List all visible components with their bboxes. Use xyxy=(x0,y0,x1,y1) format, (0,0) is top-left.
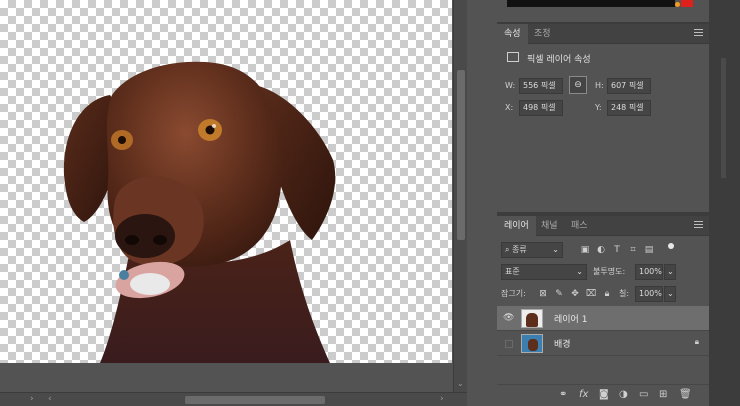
opacity-label: 불투명도: xyxy=(593,267,626,276)
horizontal-scroll-thumb[interactable] xyxy=(185,396,325,404)
w-label: W: xyxy=(505,81,516,90)
search-icon: ⌕ xyxy=(505,245,510,254)
blend-mode-value: 표준 xyxy=(505,267,520,276)
trash-icon[interactable]: 🗑︎ xyxy=(679,389,692,400)
mask-icon[interactable]: ◙ xyxy=(599,389,609,400)
y-field[interactable]: 248 픽셀 xyxy=(607,100,651,116)
layer-name: 레이어 1 xyxy=(554,315,588,325)
link-icon[interactable]: ⊖ xyxy=(569,76,587,94)
folder-icon[interactable]: ▭ xyxy=(639,389,648,400)
blend-mode-select[interactable]: 표준 ⌄ xyxy=(501,264,587,280)
lock-position-icon[interactable]: ✥ xyxy=(569,288,581,300)
scroll-left-icon[interactable]: ‹ xyxy=(48,394,52,404)
panel-dock-column xyxy=(709,0,740,406)
panel-gutter xyxy=(467,0,497,406)
warning-icon xyxy=(675,2,680,7)
filter-smart-object-icon[interactable]: ▤ xyxy=(643,244,655,256)
lock-artboard-icon[interactable]: ⌧ xyxy=(585,288,597,300)
properties-tabbar: 속성 조정 xyxy=(497,24,709,44)
vertical-scrollbar[interactable]: ⌄ xyxy=(453,0,467,392)
fill-field[interactable]: 100% xyxy=(635,286,663,302)
canvas-area[interactable] xyxy=(0,0,453,392)
layer-thumbnail xyxy=(521,334,543,353)
properties-panel: 속성 조정 픽셀 레이어 속성 W: 556 픽셀 ⊖ H: 607 픽셀 X:… xyxy=(497,24,709,212)
right-panels: 속성 조정 픽셀 레이어 속성 W: 556 픽셀 ⊖ H: 607 픽셀 X:… xyxy=(497,0,740,406)
tab-channels[interactable]: 채널 xyxy=(534,216,565,236)
chevron-down-icon: ⌄ xyxy=(576,267,583,276)
opacity-field[interactable]: 100% xyxy=(635,264,663,280)
layer-thumbnail xyxy=(521,309,543,328)
foreground-swatch[interactable] xyxy=(681,0,693,7)
layers-footer: ⚭ fx ◙ ◑ ▭ ⊞ 🗑︎ xyxy=(497,384,709,406)
section-title: 픽셀 레이어 속성 xyxy=(527,55,591,65)
color-gradient-bar[interactable] xyxy=(507,0,675,7)
document-canvas[interactable] xyxy=(0,0,452,363)
y-label: Y: xyxy=(595,103,602,112)
x-label: X: xyxy=(505,103,514,112)
pixel-layer-icon xyxy=(507,52,519,62)
tab-layers[interactable]: 레이어 xyxy=(497,216,536,236)
layer-row-background[interactable]: 배경 🔒︎ xyxy=(497,331,709,356)
link-layers-icon[interactable]: ⚭ xyxy=(559,389,567,400)
tab-adjustments[interactable]: 조정 xyxy=(527,24,558,44)
eye-icon[interactable]: 👁︎ xyxy=(503,313,514,323)
lock-brush-icon[interactable]: ✎ xyxy=(553,288,565,300)
dog-image xyxy=(63,61,336,363)
filter-type-icon[interactable]: T xyxy=(611,244,623,256)
layers-panel: 레이어 채널 패스 ⌕ 종류 ⌄ ▣ ◐ T ⌗ ▤ 표준 ⌄ 불투명도: 10… xyxy=(497,216,709,406)
visibility-toggle-off[interactable] xyxy=(505,340,513,348)
vertical-scroll-thumb[interactable] xyxy=(457,70,465,240)
layers-menu-icon[interactable] xyxy=(694,221,703,230)
width-field[interactable]: 556 픽셀 xyxy=(519,78,563,94)
lock-all-icon[interactable]: 🔒︎ xyxy=(601,288,613,300)
layer-name: 배경 xyxy=(554,340,571,350)
fill-dropdown[interactable]: ⌄ xyxy=(664,286,676,302)
properties-scrollbar[interactable] xyxy=(721,58,726,178)
lock-icon[interactable]: 🔒︎ xyxy=(695,337,699,347)
filter-value: 종류 xyxy=(512,245,527,254)
panel-menu-icon[interactable] xyxy=(694,29,703,38)
scroll-right-icon[interactable]: › xyxy=(440,394,444,404)
adjustment-icon[interactable]: ◑ xyxy=(619,389,628,400)
scroll-down-icon[interactable]: ⌄ xyxy=(457,379,464,388)
lock-transparency-icon[interactable]: ⊠ xyxy=(537,288,549,300)
filter-pixel-icon[interactable]: ▣ xyxy=(579,244,591,256)
x-field[interactable]: 498 픽셀 xyxy=(519,100,563,116)
fill-label: 칠: xyxy=(619,289,630,298)
layer-row-layer1[interactable]: 👁︎ 레이어 1 xyxy=(497,306,709,331)
tab-paths[interactable]: 패스 xyxy=(564,216,595,236)
height-field[interactable]: 607 픽셀 xyxy=(607,78,651,94)
new-layer-icon[interactable]: ⊞ xyxy=(659,389,667,400)
chevron-down-icon: ⌄ xyxy=(552,245,559,254)
filter-toggle[interactable] xyxy=(668,243,674,249)
lock-label: 잠그기: xyxy=(501,289,526,298)
h-label: H: xyxy=(595,81,604,90)
filter-shape-icon[interactable]: ⌗ xyxy=(627,244,639,256)
chevron-right-icon[interactable]: › xyxy=(30,394,34,404)
opacity-dropdown[interactable]: ⌄ xyxy=(664,264,676,280)
horizontal-scrollbar[interactable]: › ‹ › xyxy=(0,392,467,406)
color-strip xyxy=(497,0,709,22)
tab-properties[interactable]: 속성 xyxy=(497,24,528,44)
layer-filter-select[interactable]: ⌕ 종류 ⌄ xyxy=(501,242,563,258)
fx-icon[interactable]: fx xyxy=(579,389,588,400)
layers-tabbar: 레이어 채널 패스 xyxy=(497,216,709,236)
filter-adjustment-icon[interactable]: ◐ xyxy=(595,244,607,256)
